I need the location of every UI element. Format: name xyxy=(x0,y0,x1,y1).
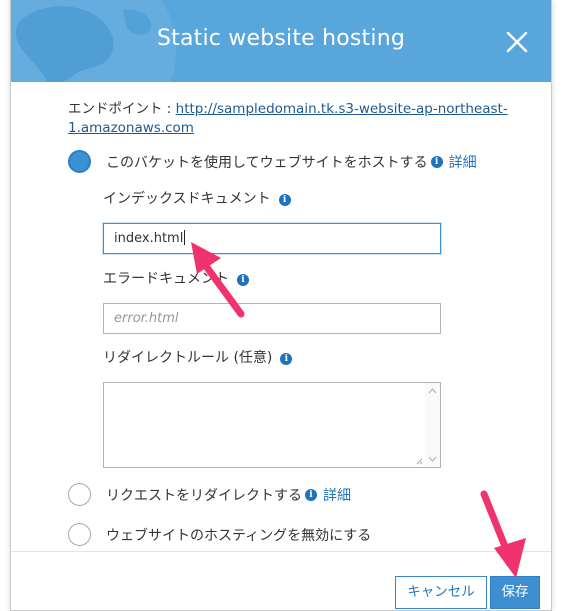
endpoint-info: エンドポイント : http://sampledomain.tk.s3-webs… xyxy=(68,100,508,138)
option-host-website[interactable]: このバケットを使用してウェブサイトをホストする i 詳細 xyxy=(68,150,477,173)
endpoint-label: エンドポイント : xyxy=(68,101,176,117)
info-icon[interactable]: i xyxy=(305,488,317,501)
radio-host-website[interactable] xyxy=(68,150,91,173)
index-document-label: インデックスドキュメント i xyxy=(103,188,291,208)
scroll-down-icon[interactable] xyxy=(428,456,437,462)
error-document-input[interactable]: error.html xyxy=(103,303,441,334)
option-disable-hosting-label: ウェブサイトのホスティングを無効にする xyxy=(106,527,372,544)
radio-redirect-requests[interactable] xyxy=(68,483,91,506)
close-icon[interactable] xyxy=(505,30,529,54)
info-icon[interactable]: i xyxy=(278,194,291,206)
save-button[interactable]: 保存 xyxy=(490,576,540,609)
option-disable-hosting[interactable]: ウェブサイトのホスティングを無効にする xyxy=(68,523,371,546)
radio-disable-hosting[interactable] xyxy=(68,523,91,546)
info-icon[interactable]: i xyxy=(280,353,293,365)
option-redirect-requests-label: リクエストをリダイレクトする xyxy=(106,487,302,504)
option-host-website-label: このバケットを使用してウェブサイトをホストする xyxy=(106,154,428,171)
detail-link-host[interactable]: 詳細 xyxy=(449,152,477,172)
redirect-rules-textarea[interactable] xyxy=(103,382,441,468)
detail-link-redirect[interactable]: 詳細 xyxy=(323,485,351,505)
info-icon[interactable]: i xyxy=(430,155,443,168)
info-icon[interactable]: i xyxy=(237,274,249,286)
index-document-value: index.html xyxy=(114,231,184,246)
cancel-button[interactable]: キャンセル xyxy=(395,576,487,609)
dialog-title: Static website hosting xyxy=(156,26,406,51)
textarea-scrollbar[interactable] xyxy=(425,383,440,467)
option-redirect-requests[interactable]: リクエストをリダイレクトする i 詳細 xyxy=(68,483,351,506)
index-document-input[interactable]: index.html xyxy=(103,223,441,254)
redirect-rules-label: リダイレクトルール (任意) i xyxy=(103,347,293,367)
footer-divider xyxy=(11,551,551,552)
error-document-placeholder: error.html xyxy=(114,311,179,326)
resize-grip-icon[interactable] xyxy=(416,458,423,465)
error-document-label: エラードキュメント i xyxy=(103,268,249,288)
dialog-header: Static website hosting xyxy=(11,0,551,82)
static-website-hosting-dialog: Static website hosting エンドポイント : http://… xyxy=(10,0,552,611)
scroll-up-icon[interactable] xyxy=(428,388,437,394)
